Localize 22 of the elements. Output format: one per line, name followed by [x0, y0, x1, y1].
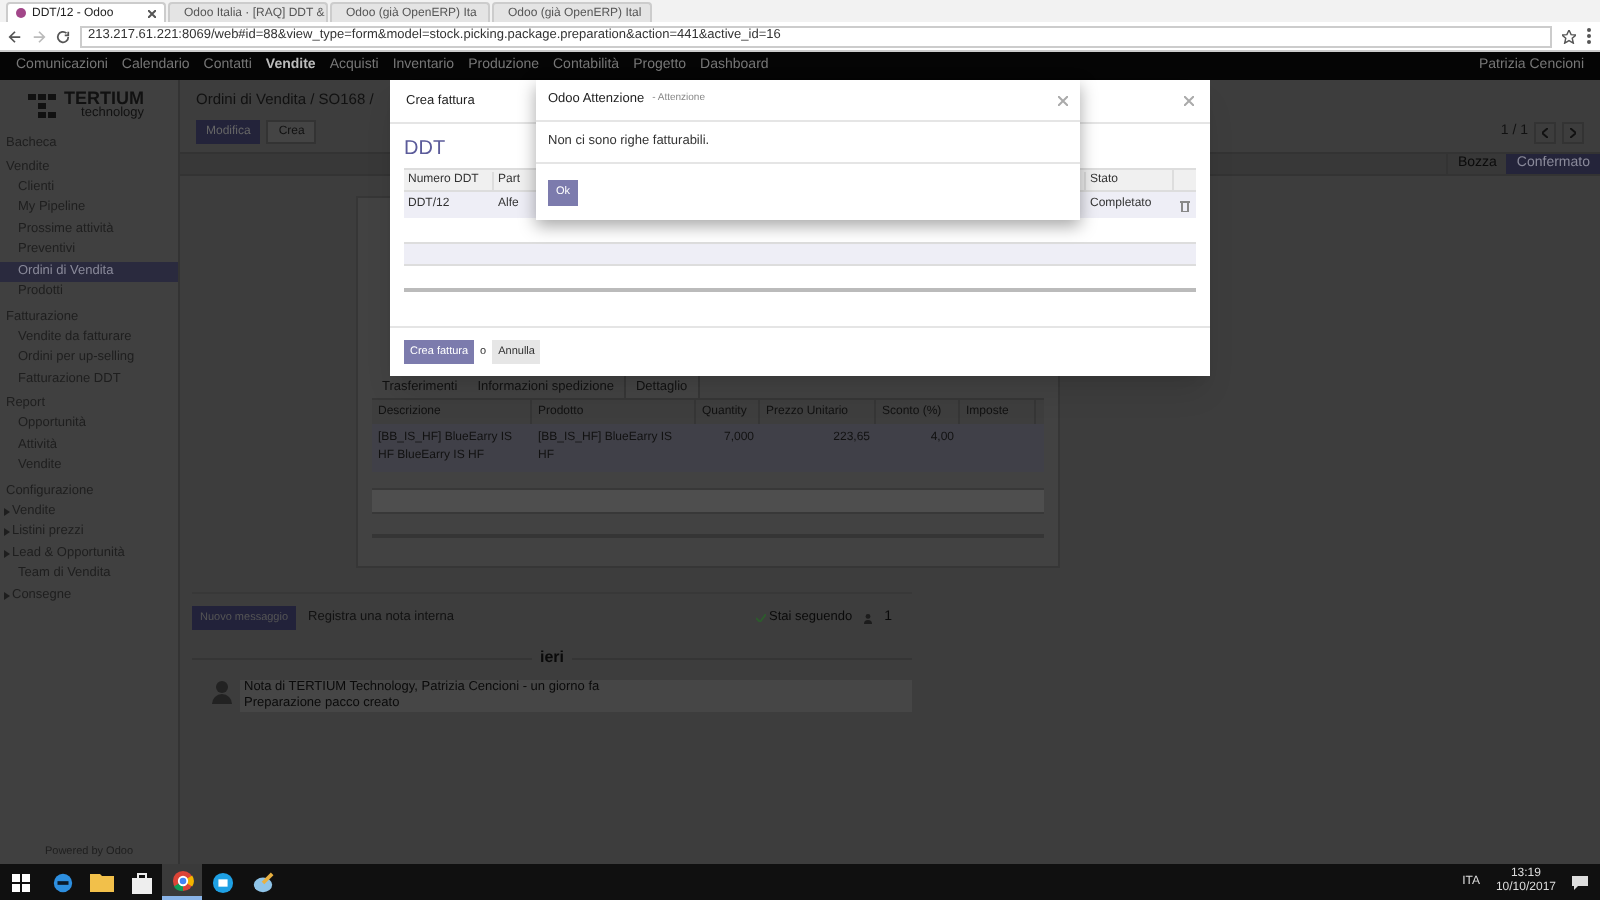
chevron-right-icon	[1570, 127, 1576, 138]
notification-icon[interactable]	[1572, 875, 1588, 889]
section-heading: DDT	[404, 138, 446, 162]
menu-icon[interactable]	[1586, 28, 1592, 44]
chat-bubble-icon	[211, 871, 233, 893]
person-icon	[864, 613, 873, 624]
check-icon	[755, 614, 766, 623]
close-icon[interactable]	[148, 9, 156, 17]
chevron-left-icon	[1542, 127, 1548, 138]
taskbar-app[interactable]	[162, 864, 202, 900]
back-arrow-icon[interactable]	[8, 29, 22, 43]
trash-icon[interactable]	[1180, 199, 1190, 211]
brush-icon	[251, 871, 273, 893]
tab-favicon-icon	[16, 8, 26, 18]
browser-icon	[171, 869, 193, 891]
folder-icon	[90, 872, 114, 892]
avatar-silhouette-icon	[212, 680, 232, 705]
reload-icon[interactable]	[56, 29, 70, 43]
star-icon[interactable]	[1562, 29, 1576, 43]
windows-start-icon[interactable]	[12, 873, 30, 891]
shopping-bag-icon	[132, 871, 152, 893]
logo-mark-icon	[28, 93, 56, 118]
